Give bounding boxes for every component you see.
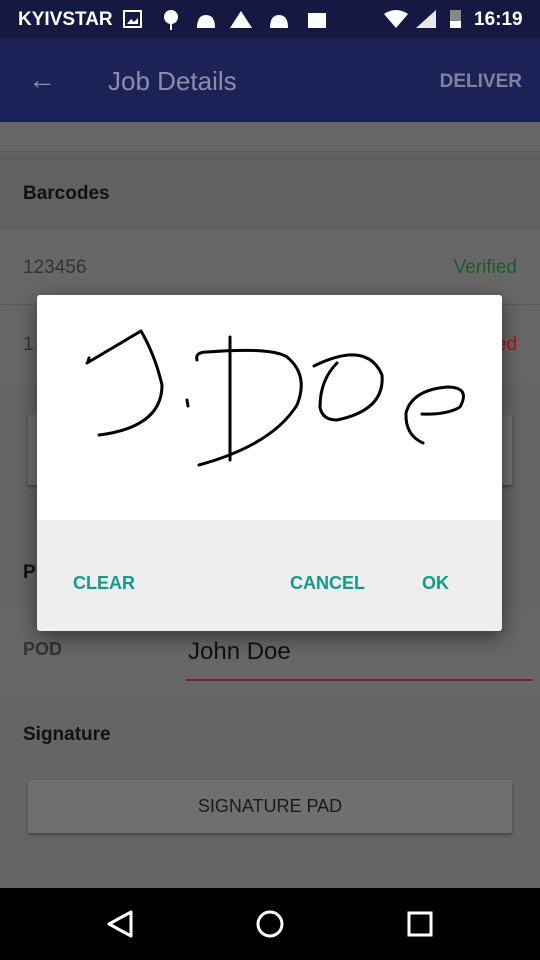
comment-row bbox=[0, 122, 540, 152]
barcode-row: 123456 Verified bbox=[0, 230, 540, 305]
app-bar: ← Job Details DELIVER bbox=[0, 38, 540, 122]
signature-dialog: CLEAR CANCEL OK bbox=[37, 295, 502, 631]
recents-square-icon bbox=[407, 911, 433, 937]
barcode-value: 123456 bbox=[23, 257, 87, 278]
back-triangle-icon bbox=[107, 910, 133, 938]
notification-icons bbox=[123, 10, 326, 30]
clock: 16:19 bbox=[474, 9, 523, 30]
barcodes-header: Barcodes bbox=[23, 183, 110, 204]
android-icon bbox=[270, 15, 288, 28]
barcode-value: 1 bbox=[23, 334, 34, 355]
carrier-name: KYIVSTAR bbox=[18, 9, 113, 30]
image-icon bbox=[123, 10, 142, 28]
home-circle-icon bbox=[256, 910, 284, 938]
ok-button[interactable]: OK bbox=[422, 573, 449, 594]
warning-icon bbox=[230, 11, 252, 28]
android-icon bbox=[197, 15, 215, 28]
page-title: Job Details bbox=[108, 66, 237, 96]
status-bar: KYIVSTAR 16:19 bbox=[0, 0, 540, 38]
pod-label: POD bbox=[23, 639, 63, 659]
arrow-left-icon[interactable]: ← bbox=[28, 64, 56, 96]
signal-icon bbox=[416, 10, 436, 28]
signature-canvas[interactable] bbox=[37, 295, 502, 520]
play-store-icon bbox=[308, 13, 326, 28]
navigation-bar bbox=[0, 888, 540, 960]
system-icons bbox=[384, 10, 461, 28]
pod-input-underline bbox=[186, 679, 533, 681]
pod-section-header: P bbox=[23, 562, 36, 583]
pod-input[interactable]: John Doe bbox=[188, 638, 291, 666]
deliver-button[interactable]: DELIVER bbox=[440, 71, 522, 93]
android-debug-icon bbox=[164, 10, 178, 30]
signature-pad-button[interactable]: SIGNATURE PAD bbox=[28, 780, 512, 833]
barcodes-section: Barcodes bbox=[0, 153, 540, 230]
clear-button[interactable]: CLEAR bbox=[73, 573, 135, 594]
signature-header: Signature bbox=[23, 724, 111, 745]
cancel-button[interactable]: CANCEL bbox=[290, 573, 365, 594]
wifi-icon bbox=[384, 10, 408, 28]
barcode-status: Verified bbox=[453, 257, 517, 278]
